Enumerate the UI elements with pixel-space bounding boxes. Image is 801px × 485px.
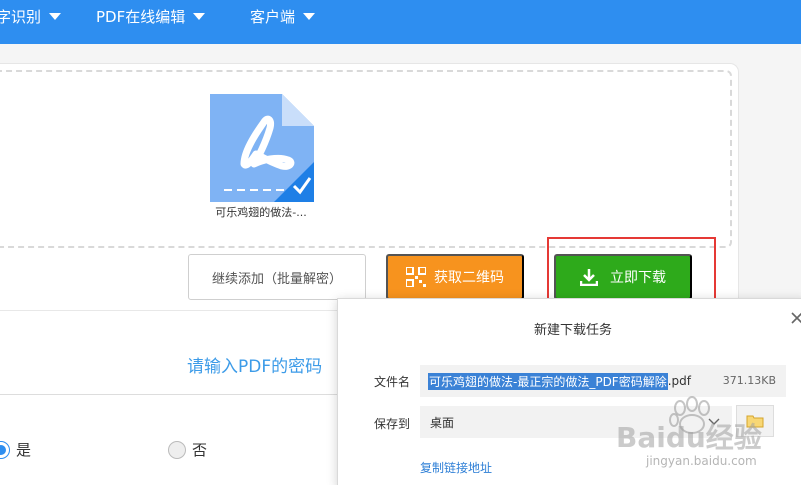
- radio-button[interactable]: [0, 440, 10, 459]
- nav-item-client[interactable]: 客户端: [250, 0, 316, 33]
- dialog-title: 新建下载任务: [533, 323, 612, 338]
- close-icon[interactable]: [790, 311, 801, 325]
- continue-add-button[interactable]: 继续添加（批量解密）: [188, 254, 366, 300]
- save-to-label: 保存到: [374, 417, 411, 431]
- file-size: 371.13KB: [722, 374, 776, 387]
- qr-code-icon: [406, 267, 426, 287]
- radio-yes[interactable]: 是: [0, 439, 31, 460]
- password-title: 请输入PDF的密码: [187, 357, 323, 377]
- file-dropzone[interactable]: [0, 70, 732, 248]
- download-dialog: 新建下载任务 文件名 可乐鸡翅的做法-最正宗的做法_PDF密码解除 .pdf 37…: [337, 298, 801, 485]
- nav-item-pdf-edit[interactable]: PDF在线编辑: [96, 0, 206, 33]
- radio-no[interactable]: 否: [168, 439, 207, 460]
- top-nav: 字识别 PDF在线编辑 客户端: [0, 0, 801, 44]
- nav-item-label: 字识别: [0, 8, 42, 26]
- file-ext: .pdf: [667, 374, 691, 388]
- folder-icon: [746, 415, 764, 428]
- file-name-label: 文件名: [374, 375, 411, 389]
- nav-item-label: PDF在线编辑: [96, 8, 186, 26]
- copy-link-address[interactable]: 复制链接地址: [420, 459, 492, 476]
- file-name-selected: 可乐鸡翅的做法-最正宗的做法_PDF密码解除: [428, 372, 668, 390]
- pdf-file-thumbnail[interactable]: [210, 94, 314, 202]
- caret-down-icon: [303, 13, 316, 20]
- save-location-value: 桌面: [430, 415, 455, 430]
- continue-add-label: 继续添加（批量解密）: [211, 270, 342, 286]
- chevron-down-icon: [708, 418, 720, 425]
- browse-folder-button[interactable]: [736, 405, 774, 437]
- caret-down-icon: [193, 13, 206, 20]
- get-qr-label: 获取二维码: [434, 269, 504, 285]
- divider: [0, 394, 340, 395]
- nav-item-label: 客户端: [250, 8, 296, 26]
- file-name-field[interactable]: 可乐鸡翅的做法-最正宗的做法_PDF密码解除 .pdf 371.13KB: [420, 365, 786, 397]
- caret-down-icon: [49, 13, 62, 20]
- nav-item-ocr[interactable]: 字识别: [0, 0, 62, 33]
- save-location-select[interactable]: 桌面: [420, 406, 732, 438]
- file-name: 可乐鸡翅的做法-...: [215, 206, 307, 219]
- radio-label: 是: [16, 441, 32, 459]
- radio-button[interactable]: [168, 440, 186, 459]
- get-qr-button[interactable]: 获取二维码: [386, 254, 524, 300]
- radio-label: 否: [192, 441, 208, 459]
